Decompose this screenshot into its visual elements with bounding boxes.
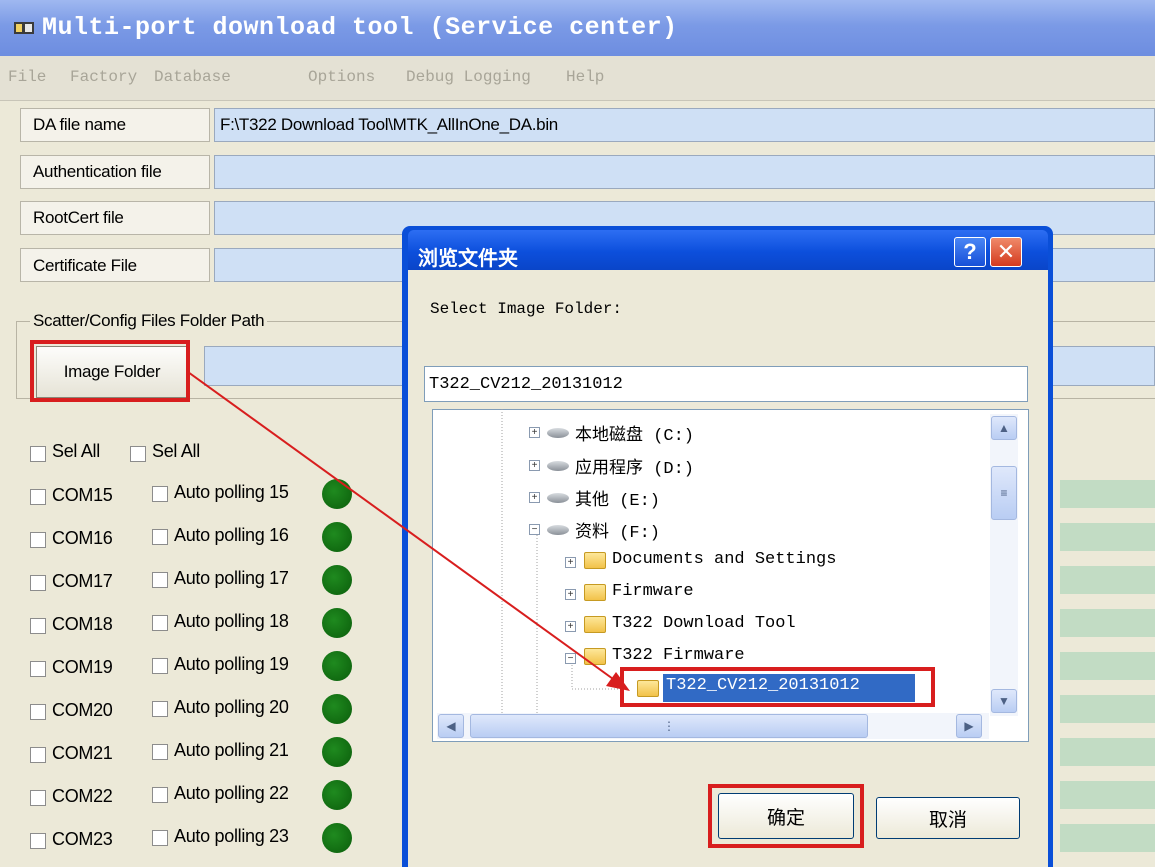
annotation-arrow <box>187 371 630 691</box>
